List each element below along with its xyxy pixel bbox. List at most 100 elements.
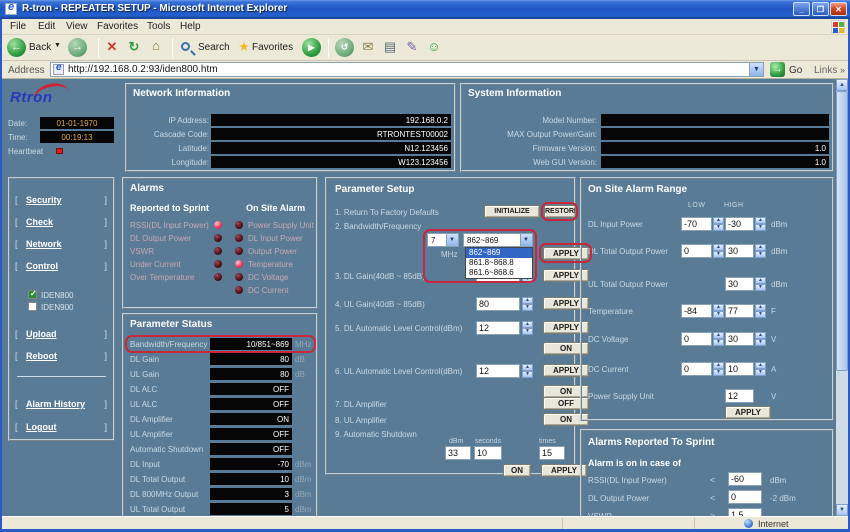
- links-chevron-icon[interactable]: »: [840, 65, 845, 75]
- dl-input-high[interactable]: [725, 217, 754, 231]
- shutdown-on-button[interactable]: ON: [503, 464, 531, 477]
- menu-favorites[interactable]: Favorites: [97, 21, 138, 32]
- address-input[interactable]: http://192.168.0.2:93/iden800.htm ▼: [50, 62, 764, 77]
- sidebar-item-upload[interactable]: [Upload]: [10, 329, 113, 342]
- dl-output-threshold-input[interactable]: [728, 490, 762, 504]
- ul-gain-input[interactable]: [476, 297, 520, 311]
- shutdown-seconds-input[interactable]: [474, 446, 502, 460]
- messenger-icon[interactable]: ☺: [426, 39, 442, 55]
- sidebar-item-network[interactable]: [Network]: [10, 239, 113, 252]
- bandwidth-select[interactable]: 7: [427, 233, 459, 247]
- temperature-high[interactable]: [725, 304, 754, 318]
- favorites-star-icon[interactable]: ★: [236, 39, 252, 55]
- dc-current-high[interactable]: [725, 362, 754, 376]
- ul-total-high[interactable]: [725, 277, 754, 291]
- dc-voltage-low[interactable]: [681, 332, 712, 346]
- vswr-threshold-input[interactable]: [728, 508, 762, 516]
- spinner[interactable]: [713, 332, 724, 346]
- range-label: Temperature: [588, 307, 633, 316]
- spinner[interactable]: [755, 304, 766, 318]
- dl-alc-input[interactable]: [476, 321, 520, 335]
- spinner[interactable]: [755, 217, 766, 231]
- restore-button[interactable]: RESTORE: [544, 205, 576, 218]
- menu-edit[interactable]: Edit: [38, 21, 55, 32]
- alarm-led-under-current: [214, 260, 222, 268]
- links-label[interactable]: Links: [814, 65, 837, 76]
- status-unit: dB: [295, 370, 305, 379]
- sidebar-item-reboot[interactable]: [Reboot]: [10, 351, 113, 364]
- spinner[interactable]: [755, 332, 766, 346]
- dc-voltage-high[interactable]: [725, 332, 754, 346]
- iden900-checkbox[interactable]: [28, 302, 37, 311]
- minimize-button[interactable]: _: [793, 2, 810, 16]
- address-dropdown-icon[interactable]: ▼: [749, 63, 763, 76]
- scroll-up-icon[interactable]: [836, 79, 848, 91]
- range-label: DL Input Power: [588, 220, 643, 229]
- sidebar-item-control[interactable]: [Control]: [10, 261, 113, 274]
- frequency-select[interactable]: 862~869: [463, 233, 533, 247]
- go-label[interactable]: Go: [789, 65, 802, 76]
- dropdown-option[interactable]: 861.8~868.8: [466, 258, 532, 268]
- dropdown-option[interactable]: 861.6~868.6: [466, 268, 532, 278]
- psu-input[interactable]: [725, 389, 754, 403]
- media-icon[interactable]: ▶: [302, 38, 321, 57]
- status-unit: dBm: [295, 475, 311, 484]
- shutdown-dbm-input[interactable]: [445, 446, 471, 460]
- sidebar-item-logout[interactable]: [Logout]: [10, 422, 113, 435]
- dl-alc-spinner[interactable]: [522, 321, 533, 335]
- forward-icon[interactable]: →: [68, 38, 87, 57]
- sidebar-item-security[interactable]: [Security]: [10, 195, 113, 208]
- menu-file[interactable]: File: [10, 21, 26, 32]
- menu-help[interactable]: Help: [180, 21, 201, 32]
- initialize-button[interactable]: INITIALIZE: [484, 205, 540, 218]
- mail-icon[interactable]: ✉: [360, 39, 376, 55]
- edit-icon[interactable]: ✎: [404, 39, 420, 55]
- sidebar-item-alarm-history[interactable]: [Alarm History]: [10, 399, 113, 412]
- search-icon[interactable]: [181, 42, 190, 51]
- home-icon[interactable]: ⌂: [148, 38, 164, 54]
- status-value: OFF: [210, 428, 292, 440]
- ul-alc-input[interactable]: [476, 364, 520, 378]
- spinner[interactable]: [755, 277, 766, 291]
- apply-range-button[interactable]: APPLY: [725, 406, 771, 419]
- spinner[interactable]: [713, 217, 724, 231]
- refresh-icon[interactable]: ↻: [126, 39, 142, 55]
- vertical-scrollbar[interactable]: [836, 79, 848, 516]
- spinner[interactable]: [755, 244, 766, 258]
- maximize-button[interactable]: ❐: [812, 2, 829, 16]
- history-icon[interactable]: ↺: [335, 38, 354, 57]
- spinner[interactable]: [755, 362, 766, 376]
- dl-total-low[interactable]: [681, 244, 712, 258]
- temperature-low[interactable]: [681, 304, 712, 318]
- back-label[interactable]: Back: [29, 42, 51, 53]
- sprint-row-label: RSSI(DL Input Power): [588, 476, 667, 485]
- shutdown-times-input[interactable]: [539, 446, 565, 460]
- spinner[interactable]: [713, 304, 724, 318]
- favorites-label[interactable]: Favorites: [252, 42, 293, 53]
- ul-alc-spinner[interactable]: [522, 364, 533, 378]
- dropdown-option[interactable]: 862~869: [466, 248, 532, 258]
- stop-icon[interactable]: ✕: [104, 39, 120, 55]
- search-label[interactable]: Search: [198, 42, 230, 53]
- range-unit: dBm: [771, 280, 787, 289]
- scrollbar-thumb[interactable]: [836, 91, 848, 371]
- sidebar-item-check[interactable]: [Check]: [10, 217, 113, 230]
- shutdown-unit-dbm: dBm: [449, 438, 463, 445]
- firmware-version-value: 1.0: [601, 142, 829, 154]
- print-icon[interactable]: ▤: [382, 39, 398, 55]
- spinner[interactable]: [713, 244, 724, 258]
- ul-gain-spinner[interactable]: [522, 297, 533, 311]
- rssi-threshold-input[interactable]: [728, 472, 762, 486]
- spinner[interactable]: [713, 362, 724, 376]
- menu-view[interactable]: View: [66, 21, 88, 32]
- close-button[interactable]: ✕: [830, 2, 847, 16]
- back-icon[interactable]: ←: [7, 38, 26, 57]
- go-icon[interactable]: →: [770, 62, 785, 77]
- back-dropdown-icon[interactable]: ▼: [54, 42, 61, 49]
- menu-tools[interactable]: Tools: [147, 21, 170, 32]
- dc-current-low[interactable]: [681, 362, 712, 376]
- dl-total-high[interactable]: [725, 244, 754, 258]
- dl-input-low[interactable]: [681, 217, 712, 231]
- iden800-checkbox[interactable]: [28, 290, 37, 299]
- scroll-down-icon[interactable]: [836, 504, 848, 516]
